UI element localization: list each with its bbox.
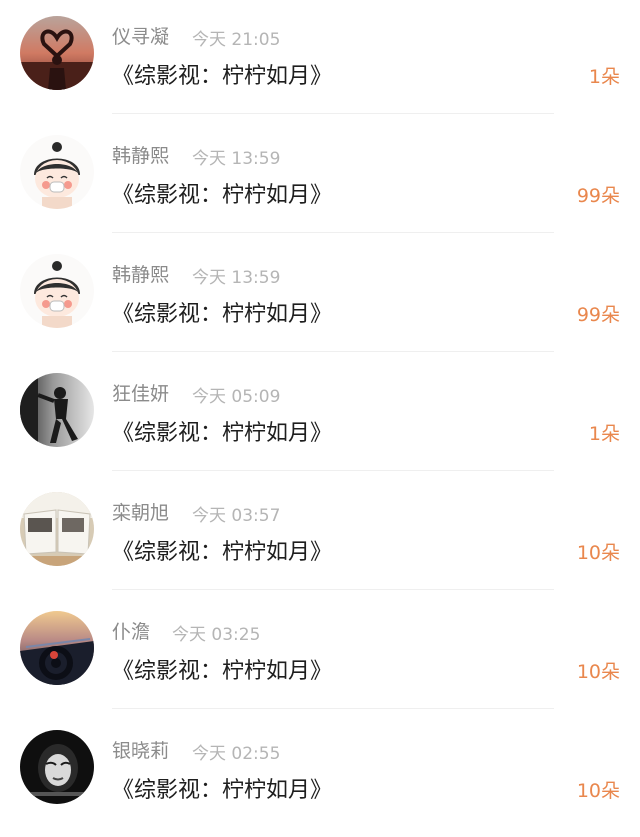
user-name[interactable]: 韩静熙 — [112, 141, 169, 168]
list-item[interactable]: 仆澹 今天 03:25 《综影视：柠柠如月》 10朵 — [0, 595, 640, 714]
silhouette-heart-sunset-avatar[interactable] — [20, 16, 94, 90]
timestamp: 今天 03:25 — [172, 625, 261, 645]
cartoon-girl-avatar[interactable] — [20, 254, 94, 328]
cartoon-girl-avatar[interactable] — [20, 135, 94, 209]
user-name[interactable]: 仪寻凝 — [112, 22, 169, 49]
book-title: 《综影视：柠柠如月》 — [112, 302, 333, 327]
user-name[interactable]: 仆澹 — [112, 617, 150, 644]
user-name[interactable]: 银晓莉 — [112, 736, 169, 763]
divider — [112, 708, 554, 709]
list-item[interactable]: 栾朝旭 今天 03:57 《综影视：柠柠如月》 10朵 — [0, 476, 640, 595]
timestamp: 今天 05:09 — [192, 387, 281, 407]
book-title: 《综影视：柠柠如月》 — [112, 540, 333, 565]
divider — [112, 113, 554, 114]
timestamp: 今天 21:05 — [192, 30, 281, 50]
book-title: 《综影视：柠柠如月》 — [112, 659, 333, 684]
list-item[interactable]: 银晓莉 今天 02:55 《综影视：柠柠如月》 10朵 — [0, 714, 640, 833]
bw-person-leaning-avatar[interactable] — [20, 373, 94, 447]
user-name[interactable]: 韩静熙 — [112, 260, 169, 287]
divider — [112, 589, 554, 590]
car-steering-wheel-avatar[interactable] — [20, 611, 94, 685]
flower-count: 10朵 — [576, 780, 620, 802]
list-item[interactable]: 韩静熙 今天 13:59 《综影视：柠柠如月》 99朵 — [0, 238, 640, 357]
timestamp: 今天 03:57 — [192, 506, 281, 526]
gift-record-list: 仪寻凝 今天 21:05 《综影视：柠柠如月》 1朵 韩静熙 今天 13:59 — [0, 0, 640, 837]
book-title: 《综影视：柠柠如月》 — [112, 64, 333, 89]
timestamp: 今天 13:59 — [192, 149, 281, 169]
open-book-avatar[interactable] — [20, 492, 94, 566]
user-name[interactable]: 栾朝旭 — [112, 498, 169, 525]
list-item[interactable]: 韩静熙 今天 13:59 《综影视：柠柠如月》 99朵 — [0, 119, 640, 238]
book-title: 《综影视：柠柠如月》 — [112, 421, 333, 446]
flower-count: 10朵 — [576, 661, 620, 683]
divider — [112, 232, 554, 233]
timestamp: 今天 13:59 — [192, 268, 281, 288]
book-title: 《综影视：柠柠如月》 — [112, 183, 333, 208]
flower-count: 1朵 — [588, 423, 620, 445]
flower-count: 99朵 — [576, 304, 620, 326]
list-item[interactable]: 仪寻凝 今天 21:05 《综影视：柠柠如月》 1朵 — [0, 0, 640, 119]
flower-count: 99朵 — [576, 185, 620, 207]
divider — [112, 351, 554, 352]
flower-count: 10朵 — [576, 542, 620, 564]
user-name[interactable]: 狂佳妍 — [112, 379, 169, 406]
divider — [112, 470, 554, 471]
flower-count: 1朵 — [588, 66, 620, 88]
bw-woman-portrait-avatar[interactable] — [20, 730, 94, 804]
list-item[interactable]: 狂佳妍 今天 05:09 《综影视：柠柠如月》 1朵 — [0, 357, 640, 476]
book-title: 《综影视：柠柠如月》 — [112, 778, 333, 803]
timestamp: 今天 02:55 — [192, 744, 281, 764]
